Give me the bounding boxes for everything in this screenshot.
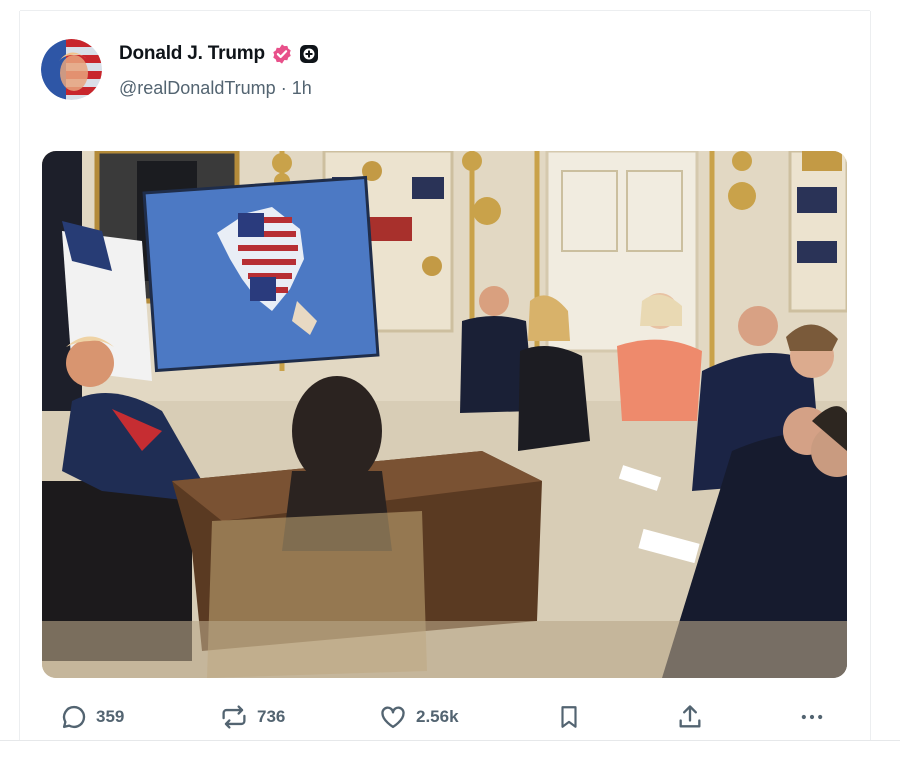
- reply-count: 359: [96, 707, 125, 726]
- bookmark-button[interactable]: [556, 703, 582, 731]
- repost-icon: [219, 703, 249, 731]
- handle-row: @realDonaldTrump · 1h: [119, 78, 312, 99]
- timestamp[interactable]: 1h: [292, 78, 312, 98]
- verified-badge-icon: [271, 43, 293, 65]
- share-icon: [676, 703, 704, 731]
- share-button[interactable]: [676, 703, 704, 731]
- time-separator: ·: [280, 78, 287, 98]
- bottom-divider: [0, 740, 900, 741]
- like-count: 2.56k: [416, 707, 459, 726]
- more-button[interactable]: [798, 703, 826, 731]
- bookmark-icon: [556, 703, 582, 731]
- display-name[interactable]: Donald J. Trump: [119, 43, 265, 65]
- repost-button[interactable]: 736: [219, 703, 285, 731]
- reply-button[interactable]: 359: [60, 703, 124, 731]
- reply-icon: [60, 703, 88, 731]
- repost-count: 736: [257, 707, 286, 726]
- author-name-row: Donald J. Trump: [119, 43, 319, 65]
- post-photo[interactable]: [42, 151, 847, 678]
- like-button[interactable]: 2.56k: [378, 703, 459, 731]
- avatar[interactable]: [41, 39, 102, 100]
- heart-icon: [378, 703, 408, 731]
- more-icon: [798, 703, 826, 731]
- handle[interactable]: @realDonaldTrump: [119, 78, 276, 98]
- plus-badge-icon: [299, 44, 319, 64]
